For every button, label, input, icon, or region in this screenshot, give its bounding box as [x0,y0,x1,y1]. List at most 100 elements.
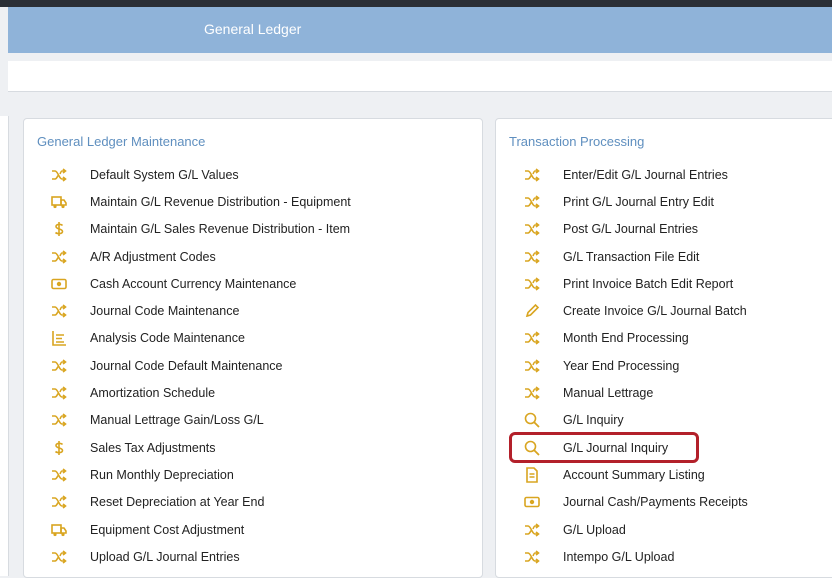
menu-item-manual-lettrage[interactable]: Manual Lettrage [496,379,832,406]
menu-item-label: Journal Code Default Maintenance [90,358,283,373]
menu-item-equipment-cost-adjustment[interactable]: Equipment Cost Adjustment [24,516,482,543]
menu-item-label: Upload G/L Journal Entries [90,549,240,564]
truck-icon [50,521,68,539]
menu-item-label: G/L Journal Inquiry [563,440,669,455]
section-title: General Ledger Maintenance [37,134,206,149]
menu-item-upload-g-l-journal-entries[interactable]: Upload G/L Journal Entries [24,543,482,570]
menu-list: Enter/Edit G/L Journal Entries Print G/L … [496,161,832,570]
menu-item-a-r-adjustment-codes[interactable]: A/R Adjustment Codes [24,243,482,270]
menu-item-g-l-journal-inquiry[interactable]: G/L Journal Inquiry [496,431,832,463]
truck-icon [50,193,68,211]
menu-item-label: Post G/L Journal Entries [563,222,699,237]
shuffle-icon [50,548,68,566]
menu-item-g-l-inquiry[interactable]: G/L Inquiry [496,407,832,434]
menu-item-maintain-g-l-revenue-distribution-equipment[interactable]: Maintain G/L Revenue Distribution - Equi… [24,188,482,215]
menu-item-label: Default System G/L Values [90,167,239,182]
menu-item-label: Create Invoice G/L Journal Batch [563,304,747,319]
shuffle-icon [523,384,541,402]
menu-item-label: Maintain G/L Sales Revenue Distribution … [90,222,351,237]
shuffle-icon [523,521,541,539]
menu-item-sales-tax-adjustments[interactable]: Sales Tax Adjustments [24,434,482,461]
dollar-icon [50,220,68,238]
menu-item-label: Cash Account Currency Maintenance [90,276,297,291]
shuffle-icon [523,166,541,184]
left-panel-edge [0,116,9,576]
menu-item-label: G/L Upload [563,522,626,537]
document-icon [523,466,541,484]
menu-item-create-invoice-g-l-journal-batch[interactable]: Create Invoice G/L Journal Batch [496,297,832,324]
shuffle-icon [50,166,68,184]
shuffle-icon [50,466,68,484]
section-transaction-processing: Transaction Processing Enter/Edit G/L Jo… [495,118,832,578]
shuffle-icon [50,302,68,320]
menu-item-post-g-l-journal-entries[interactable]: Post G/L Journal Entries [496,216,832,243]
shuffle-icon [523,220,541,238]
shuffle-icon [50,248,68,266]
page-title: General Ledger [204,21,302,37]
shuffle-icon [50,384,68,402]
menu-item-label: Journal Code Maintenance [90,304,240,319]
menu-item-label: Month End Processing [563,331,689,346]
menu-item-enter-edit-g-l-journal-entries[interactable]: Enter/Edit G/L Journal Entries [496,161,832,188]
shuffle-icon [523,275,541,293]
money-icon [523,493,541,511]
menu-item-maintain-g-l-sales-revenue-distribution-item[interactable]: Maintain G/L Sales Revenue Distribution … [24,216,482,243]
menu-item-label: Manual Lettrage Gain/Loss G/L [90,413,264,428]
menu-item-g-l-upload[interactable]: G/L Upload [496,516,832,543]
menu-item-label: Journal Cash/Payments Receipts [563,495,748,510]
menu-item-label: Reset Depreciation at Year End [90,495,265,510]
menu-item-label: Print G/L Journal Entry Edit [563,194,714,209]
pencil-icon [523,302,541,320]
menu-item-print-invoice-batch-edit-report[interactable]: Print Invoice Batch Edit Report [496,270,832,297]
menu-item-month-end-processing[interactable]: Month End Processing [496,325,832,352]
dollar-icon [50,439,68,457]
menu-item-label: Enter/Edit G/L Journal Entries [563,167,728,182]
menu-item-g-l-transaction-file-edit[interactable]: G/L Transaction File Edit [496,243,832,270]
menu-item-account-summary-listing[interactable]: Account Summary Listing [496,461,832,488]
menu-item-label: Sales Tax Adjustments [90,440,216,455]
menu-item-manual-lettrage-gain-loss-g-l[interactable]: Manual Lettrage Gain/Loss G/L [24,407,482,434]
shuffle-icon [523,193,541,211]
menu-item-label: Account Summary Listing [563,467,705,482]
menu-item-label: Amortization Schedule [90,386,216,401]
menu-item-label: A/R Adjustment Codes [90,249,216,264]
shuffle-icon [523,548,541,566]
window-top-bar [0,0,832,7]
shuffle-icon [523,357,541,375]
menu-item-label: G/L Inquiry [563,413,624,428]
menu-list: Default System G/L Values Maintain G/L Re… [24,161,482,570]
shuffle-icon [50,357,68,375]
menu-item-label: Print Invoice Batch Edit Report [563,276,734,291]
menu-item-label: Equipment Cost Adjustment [90,522,245,537]
menu-item-journal-cash-payments-receipts[interactable]: Journal Cash/Payments Receipts [496,489,832,516]
shuffle-icon [50,411,68,429]
shuffle-icon [523,248,541,266]
menu-item-analysis-code-maintenance[interactable]: Analysis Code Maintenance [24,325,482,352]
section-title: Transaction Processing [509,134,645,149]
menu-item-label: Analysis Code Maintenance [90,331,245,346]
menu-item-label: Year End Processing [563,358,680,373]
menu-item-run-monthly-depreciation[interactable]: Run Monthly Depreciation [24,461,482,488]
search-icon [523,439,541,457]
menu-item-label: Manual Lettrage [563,386,654,401]
menu-item-default-system-g-l-values[interactable]: Default System G/L Values [24,161,482,188]
menu-item-label: Run Monthly Depreciation [90,467,234,482]
section-gl-maintenance: General Ledger Maintenance Default Syste… [23,118,483,578]
search-icon [523,411,541,429]
menu-item-reset-depreciation-at-year-end[interactable]: Reset Depreciation at Year End [24,489,482,516]
menu-item-year-end-processing[interactable]: Year End Processing [496,352,832,379]
menu-item-label: G/L Transaction File Edit [563,249,700,264]
menu-item-label: Intempo G/L Upload [563,549,675,564]
app-header: General Ledger [8,7,832,53]
shuffle-icon [523,329,541,347]
menu-item-amortization-schedule[interactable]: Amortization Schedule [24,379,482,406]
menu-item-journal-code-default-maintenance[interactable]: Journal Code Default Maintenance [24,352,482,379]
menu-item-cash-account-currency-maintenance[interactable]: Cash Account Currency Maintenance [24,270,482,297]
shuffle-icon [50,493,68,511]
money-icon [50,275,68,293]
menu-item-print-g-l-journal-entry-edit[interactable]: Print G/L Journal Entry Edit [496,188,832,215]
list-icon [50,329,68,347]
menu-item-journal-code-maintenance[interactable]: Journal Code Maintenance [24,297,482,324]
menu-item-label: Maintain G/L Revenue Distribution - Equi… [90,194,351,209]
menu-item-intempo-g-l-upload[interactable]: Intempo G/L Upload [496,543,832,570]
